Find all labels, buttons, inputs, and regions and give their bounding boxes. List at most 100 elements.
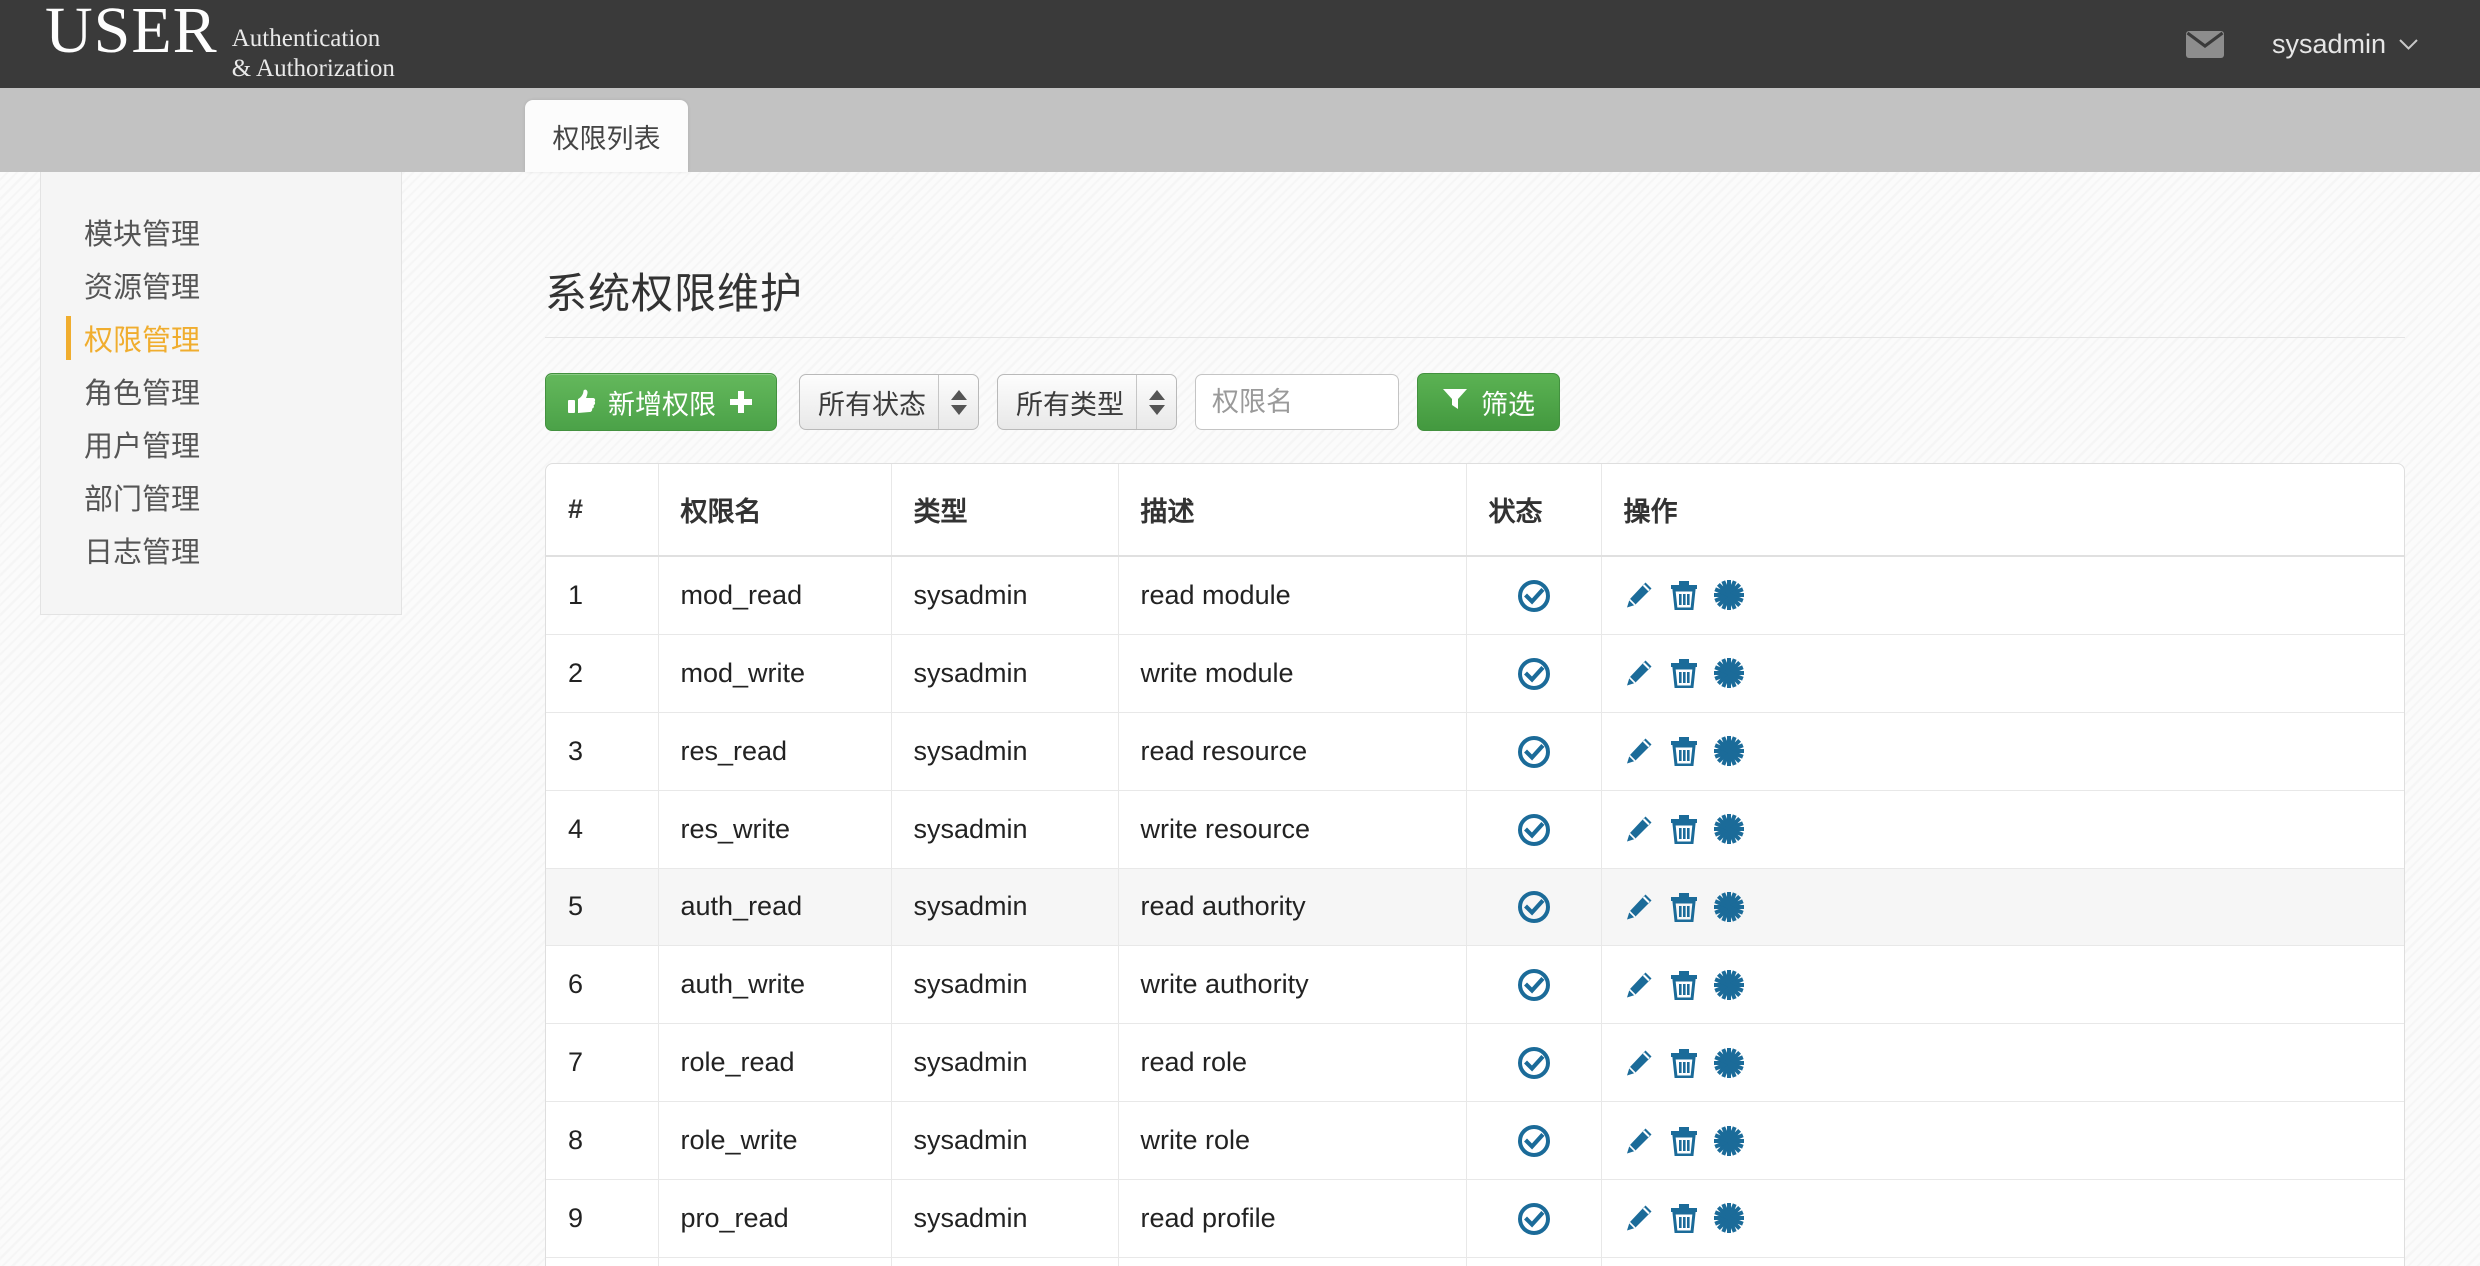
sidebar-item-department[interactable]: 部门管理 [41,471,401,523]
cell-status [1466,1257,1602,1266]
sidebar-item-log[interactable]: 日志管理 [41,524,401,576]
gear-icon[interactable] [1713,814,1744,845]
pencil-icon[interactable] [1624,736,1654,766]
table-row[interactable]: 1 mod_read sysadmin read module [546,556,2404,635]
add-permission-label: 新增权限 [608,389,716,420]
cell-actions [1601,634,2404,713]
pencil-icon[interactable] [1624,658,1654,688]
cell-actions [1601,790,2404,869]
cell-description: write role [1118,1101,1467,1180]
cell-type: sysadmin [891,1101,1119,1180]
tab-permission-list[interactable]: 权限列表 [525,100,688,172]
trash-icon[interactable] [1670,736,1698,767]
type-filter-select[interactable]: 所有类型 [997,374,1177,430]
column-header-actions[interactable]: 操作 [1601,464,2404,557]
permission-table-container: # 权限名 类型 描述 状态 操作 1 mod_read sysadmin re… [545,463,2405,1266]
table-row[interactable]: 8 role_write sysadmin write role [546,1101,2405,1180]
trash-icon[interactable] [1670,892,1698,922]
trash-icon[interactable] [1670,970,1698,1000]
trash-icon[interactable] [1670,658,1698,689]
column-header-desc[interactable]: 描述 [1118,464,1467,557]
cell-index: 6 [546,945,659,1025]
stepper-arrows-icon [1136,375,1176,429]
table-row[interactable]: 2 mod_write sysadmin write module [546,634,2404,713]
cell-index: 3 [546,712,659,791]
gear-icon[interactable] [1713,736,1744,767]
pencil-icon[interactable] [1624,580,1654,610]
cell-description: write authority [1118,945,1467,1025]
pencil-icon[interactable] [1624,1203,1654,1233]
check-circle-icon[interactable] [1517,1046,1550,1080]
check-circle-icon[interactable] [1517,891,1550,924]
gear-icon[interactable] [1713,1125,1744,1156]
pencil-icon[interactable] [1624,970,1654,1000]
cell-type: sysadmin [891,1257,1119,1266]
column-header-status[interactable]: 状态 [1466,464,1602,557]
sidebar-item-resource[interactable]: 资源管理 [41,259,401,311]
column-header-index[interactable]: # [546,464,659,557]
cell-permission-name: pro_write [658,1257,892,1266]
cell-permission-name: res_read [658,712,892,791]
sidebar-item-role[interactable]: 角色管理 [41,365,401,417]
table-row[interactable]: 6 auth_write sysadmin write authority [546,945,2404,1025]
trash-icon[interactable] [1670,814,1698,845]
pencil-icon[interactable] [1624,892,1654,922]
sidebar-item-user[interactable]: 用户管理 [41,418,401,470]
check-circle-icon[interactable] [1517,657,1550,690]
check-circle-icon[interactable] [1517,1124,1550,1157]
sidebar-nav: 模块管理 资源管理 权限管理 角色管理 用户管理 部门管理 日志管理 [40,172,402,615]
cell-status [1466,1179,1602,1258]
pencil-icon[interactable] [1624,1126,1654,1156]
table-row[interactable]: 9 pro_read sysadmin read profile [546,1179,2404,1258]
row-actions [1624,1125,2405,1156]
table-row[interactable]: 4 res_write sysadmin write resource [546,790,2404,869]
cell-index: 7 [546,1023,659,1103]
check-circle-icon[interactable] [1517,813,1550,846]
trash-icon[interactable] [1670,1203,1698,1234]
main-content: 系统权限维护 新增权限 所有状态 所有类型 权限名 筛选 # 权限名 类型 描述… [545,172,2405,1266]
check-circle-icon[interactable] [1517,1202,1550,1235]
cell-type: sysadmin [891,868,1119,947]
column-header-name[interactable]: 权限名 [658,464,892,557]
column-header-type[interactable]: 类型 [891,464,1119,557]
table-row[interactable]: 10 pro_write sysadmin write profile [546,1257,2404,1266]
sidebar-item-module[interactable]: 模块管理 [41,206,401,258]
status-filter-select[interactable]: 所有状态 [799,374,979,430]
trash-icon[interactable] [1670,1048,1698,1078]
trash-icon[interactable] [1670,1126,1698,1156]
add-permission-button[interactable]: 新增权限 [545,373,777,431]
gear-icon[interactable] [1713,891,1744,922]
permission-name-search-input[interactable] [1195,374,1399,430]
gear-icon[interactable] [1713,969,1744,1000]
cell-permission-name: auth_write [658,945,892,1025]
gear-icon[interactable] [1713,1203,1744,1234]
cell-description: read profile [1118,1179,1467,1258]
cell-actions [1601,712,2404,791]
brand-logo[interactable]: USER Authentication & Authorization [45,0,395,91]
pencil-icon[interactable] [1624,814,1654,844]
cell-permission-name: mod_read [658,556,892,635]
cell-permission-name: auth_read [658,868,892,947]
cell-type: sysadmin [891,790,1119,869]
table-row[interactable]: 3 res_read sysadmin read resource [546,712,2404,791]
pencil-icon[interactable] [1624,1048,1654,1078]
check-circle-icon[interactable] [1517,735,1550,768]
sidebar-item-label: 模块管理 [84,219,201,251]
plus-icon [728,389,754,415]
sidebar-item-permission[interactable]: 权限管理 [41,312,401,364]
filter-button[interactable]: 筛选 [1417,373,1560,431]
permission-table: # 权限名 类型 描述 状态 操作 1 mod_read sysadmin re… [546,464,2404,1266]
gear-icon[interactable] [1713,580,1744,611]
gear-icon[interactable] [1713,658,1744,689]
trash-icon[interactable] [1670,580,1698,611]
user-menu[interactable]: sysadmin [2272,29,2418,60]
table-head: # 权限名 类型 描述 状态 操作 [546,464,2404,557]
table-row[interactable]: 7 role_read sysadmin read role [546,1023,2404,1103]
envelope-icon[interactable] [2185,30,2224,58]
cell-actions [1601,1257,2404,1266]
table-body: 1 mod_read sysadmin read module 2 mod_wr… [546,556,2404,1266]
table-row[interactable]: 5 auth_read sysadmin read authority [546,868,2404,947]
check-circle-icon[interactable] [1517,579,1550,612]
gear-icon[interactable] [1713,1047,1744,1078]
check-circle-icon[interactable] [1517,968,1550,1002]
